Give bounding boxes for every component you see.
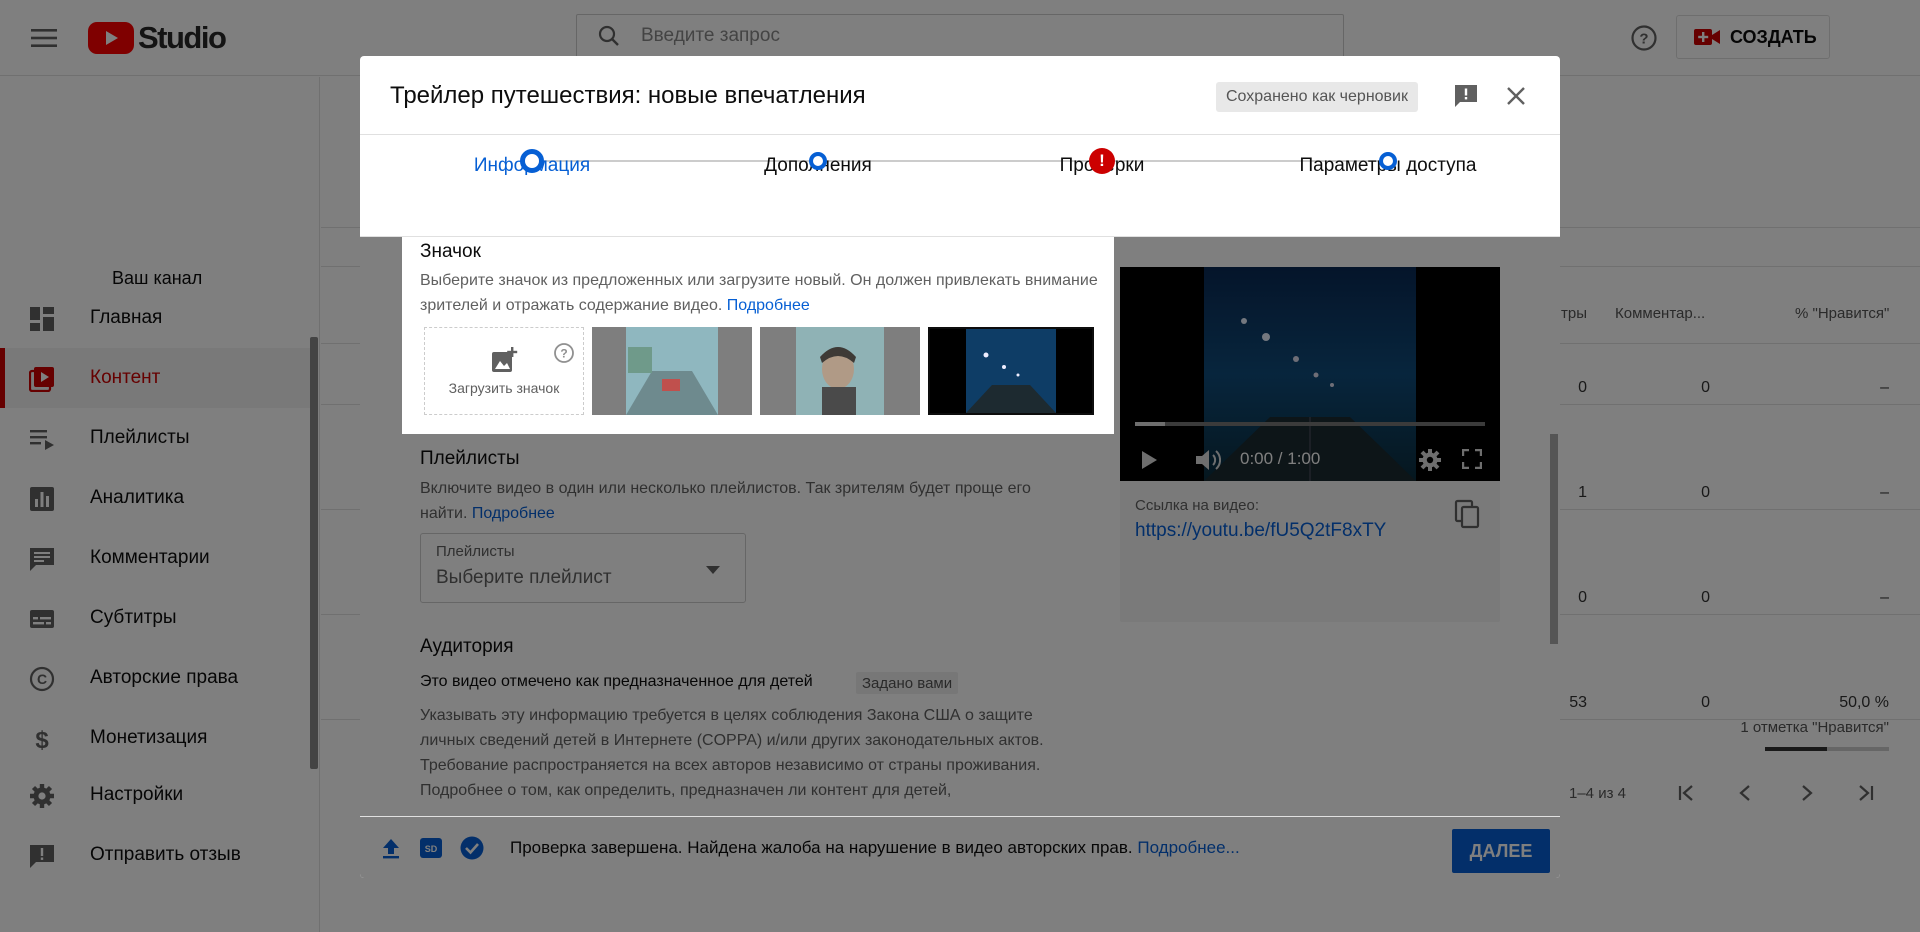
- add-image-icon: [490, 346, 518, 374]
- step-dot-4[interactable]: [1379, 152, 1397, 170]
- playlists-description: Включите видео в один или несколько плей…: [420, 480, 1031, 522]
- thumbnail-option-1[interactable]: [592, 327, 752, 415]
- upload-thumbnail-label: Загрузить значок: [448, 380, 560, 396]
- upload-status-icon[interactable]: [380, 837, 402, 859]
- step-dot-1[interactable]: [520, 149, 544, 173]
- help-circle-icon[interactable]: ?: [553, 342, 575, 364]
- checks-status-text: Проверка завершена. Найдена жалоба на на…: [510, 838, 1240, 857]
- copy-icon[interactable]: [1454, 499, 1482, 529]
- playlists-more-link[interactable]: Подробнее: [472, 505, 555, 522]
- settings-gear-icon[interactable]: [1418, 448, 1442, 472]
- upload-stepper: ИнформацияДополненияПроверки!Параметры д…: [360, 135, 1560, 237]
- video-time: 0:00 / 1:00: [1240, 449, 1321, 468]
- sd-quality-icon[interactable]: SD: [420, 837, 442, 859]
- chevron-down-icon: [706, 566, 720, 574]
- thumbnail-option-3-selected[interactable]: [928, 327, 1094, 415]
- coppa-description: Указывать эту информацию требуется в цел…: [420, 707, 1044, 799]
- fullscreen-icon[interactable]: [1462, 449, 1482, 469]
- dialog-footer: SD Проверка завершена. Найдена жалоба на…: [360, 816, 1560, 878]
- thumbnail-more-link[interactable]: Подробнее: [727, 297, 810, 314]
- thumbnail-description: Выберите значок из предложенных или загр…: [420, 272, 1098, 314]
- play-icon[interactable]: [1140, 450, 1158, 470]
- svg-text:?: ?: [560, 347, 567, 361]
- next-button[interactable]: ДАЛЕЕ: [1452, 829, 1550, 873]
- thumbnail-section-title: Значок: [420, 241, 481, 262]
- volume-icon[interactable]: [1195, 448, 1221, 472]
- thumbnail-driver: [760, 327, 920, 415]
- thumbnail-option-2[interactable]: [760, 327, 920, 415]
- video-link-label: Ссылка на видео:: [1135, 497, 1260, 514]
- close-icon[interactable]: [1500, 80, 1532, 112]
- checks-complete-icon[interactable]: [460, 836, 484, 860]
- video-link[interactable]: https://youtu.be/fU5Q2tF8xTY: [1135, 520, 1386, 542]
- playlist-dropdown-value: Выберите плейлист: [436, 567, 612, 588]
- upload-thumbnail-button[interactable]: Загрузить значок ?: [424, 327, 584, 415]
- video-preview-card: 0:00 / 1:00 Ссылка на видео: https://you…: [1120, 267, 1500, 622]
- thumbnail-road-night: [930, 329, 1092, 413]
- playlist-dropdown-label: Плейлисты: [436, 543, 515, 560]
- thumbnail-section: Значок Выберите значок из предложенных и…: [402, 237, 1114, 434]
- draft-status-badge: Сохранено как черновик: [1216, 82, 1418, 112]
- playlist-dropdown[interactable]: Плейлисты Выберите плейлист: [420, 533, 746, 603]
- audience-section-title: Аудитория: [420, 636, 514, 657]
- thumbnail-road-day: [592, 327, 752, 415]
- video-details-dialog: Трейлер путешествия: новые впечатления С…: [360, 56, 1560, 878]
- footer-more-link[interactable]: Подробнее...: [1137, 838, 1239, 857]
- dialog-scrollbar[interactable]: [1550, 434, 1558, 644]
- set-by-you-badge: Задано вами: [856, 672, 959, 694]
- step-dot-2[interactable]: [809, 152, 827, 170]
- video-player[interactable]: 0:00 / 1:00: [1120, 267, 1500, 481]
- svg-text:SD: SD: [425, 844, 438, 854]
- made-for-kids-label: Это видео отмечено как предназначенное д…: [420, 673, 813, 690]
- feedback-icon[interactable]: [1450, 80, 1482, 112]
- playlists-section-title: Плейлисты: [420, 448, 520, 469]
- video-progress-bar[interactable]: [1135, 422, 1485, 426]
- dialog-title: Трейлер путешествия: новые впечатления: [390, 82, 866, 109]
- video-controls: 0:00 / 1:00: [1120, 437, 1500, 481]
- step-error-icon[interactable]: !: [1089, 148, 1115, 174]
